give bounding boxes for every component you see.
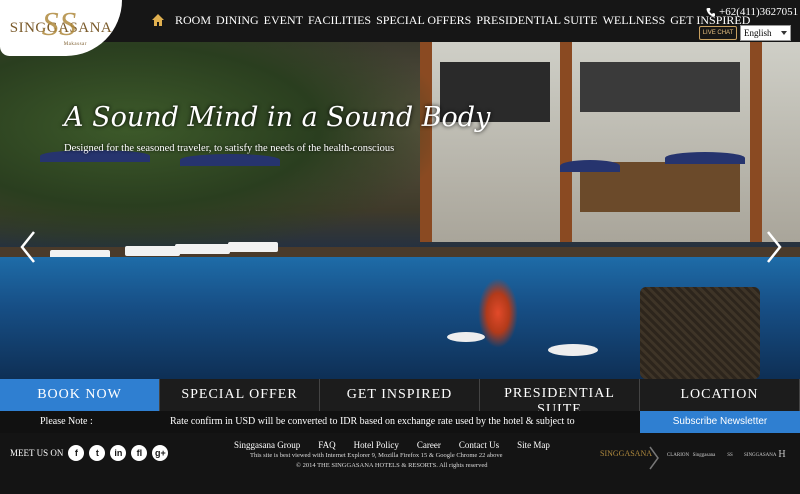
brand-logo-2[interactable]: Singgasana [692,453,716,458]
footer-link-hotel-policy[interactable]: Hotel Policy [354,440,399,450]
linkedin-icon[interactable]: in [110,445,127,461]
flickr-icon[interactable]: fl [131,445,148,461]
footer-link-sitemap[interactable]: Site Map [517,440,550,450]
hero-building [420,42,800,242]
brand-logo-1[interactable]: CLARION [666,453,690,458]
nav-item-presidential-suite[interactable]: PRESIDENTIAL SUITE [476,13,597,28]
nav-item-room[interactable]: ROOM [175,13,211,28]
nav-item-dining[interactable]: DINING [216,13,259,28]
phone-text: +62(411)3627051 [719,6,799,18]
location-button[interactable]: LOCATION [640,379,800,411]
note-text: Rate confirm in USD will be converted to… [170,416,575,427]
chevron-right-icon [649,446,659,470]
google-plus-icon[interactable]: g+ [152,445,169,461]
social-links: MEET US ON f t in fl g+ [10,445,169,461]
nav-item-event[interactable]: EVENT [264,13,303,28]
subscribe-newsletter-button[interactable]: Subscribe Newsletter [640,411,800,433]
brand-logo-4[interactable]: SINGGASANA [744,453,777,458]
phone-icon [706,8,715,17]
footer-links: Singgasana Group FAQ Hotel Policy Career… [234,440,550,450]
footer-link-group[interactable]: Singgasana Group [234,440,300,450]
language-value: English [744,28,772,38]
logo-monogram: SS [41,5,77,43]
brand-logo-3[interactable]: SS [718,453,742,458]
brand-group-logo[interactable]: SINGGASANA [600,449,652,458]
facebook-icon[interactable]: f [68,445,85,461]
quick-links-bar: BOOK NOW SPECIAL OFFER GET INSPIRED PRES… [0,379,800,411]
brand-logo-5[interactable]: H [770,449,794,460]
phone-number[interactable]: +62(411)3627051 [706,6,798,18]
live-chat-button[interactable]: LIVE CHAT [699,26,737,40]
nav-item-facilities[interactable]: FACILITIES [308,13,371,28]
hero-slider: A Sound Mind in a Sound Body Designed fo… [0,42,800,379]
logo-subtitle: Makassar [63,41,87,47]
nav-item-special-offers[interactable]: SPECIAL OFFERS [376,13,471,28]
copyright: © 2014 THE SINGGASANA HOTELS & RESORTS. … [296,462,488,469]
browser-note: This site is best viewed with Internet E… [250,452,503,459]
home-icon[interactable] [151,13,165,27]
logo-wordmark: SS SINGGASANA Makassar [9,5,113,47]
chevron-down-icon [781,31,787,35]
footer-link-career[interactable]: Career [417,440,441,450]
footer-link-contact[interactable]: Contact Us [459,440,499,450]
main-nav: ROOM DINING EVENT FACILITIES SPECIAL OFF… [175,13,750,28]
wicker-chair [640,287,760,379]
language-select[interactable]: English [740,25,791,41]
note-label: Please Note : [40,416,93,427]
hero-subtitle: Designed for the seasoned traveler, to s… [64,143,395,154]
footer-link-faq[interactable]: FAQ [318,440,335,450]
meet-us-label: MEET US ON [10,448,64,458]
get-inspired-button[interactable]: GET INSPIRED [320,379,480,411]
slider-next-icon[interactable] [764,230,784,264]
nav-item-wellness[interactable]: WELLNESS [603,13,666,28]
hero-title: A Sound Mind in a Sound Body [64,102,491,133]
book-now-button[interactable]: BOOK NOW [0,379,160,411]
footer: MEET US ON f t in fl g+ Singgasana Group… [0,433,800,494]
note-ticker: Please Note : Rate confirm in USD will b… [0,411,800,433]
twitter-icon[interactable]: t [89,445,106,461]
brand-logos: SINGGASANA CLARION Singgasana SS SINGGAS… [600,445,796,475]
slider-prev-icon[interactable] [18,230,38,264]
presidential-suite-button[interactable]: PRESIDENTIAL SUITE [480,379,640,411]
special-offer-button[interactable]: SPECIAL OFFER [160,379,320,411]
